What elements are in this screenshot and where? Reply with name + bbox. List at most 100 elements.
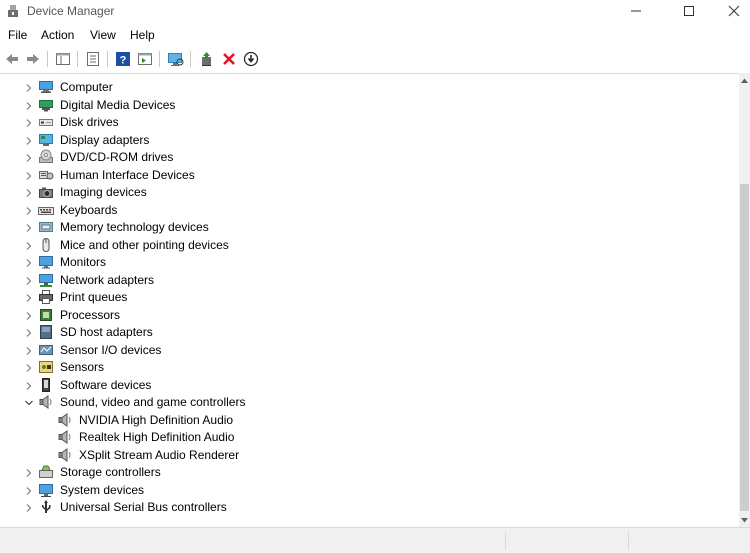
menu-help[interactable]: Help xyxy=(130,28,155,42)
tree-node-label: Computer xyxy=(60,80,113,94)
maximize-button[interactable] xyxy=(666,0,712,22)
monitor-icon xyxy=(38,254,54,270)
device-tree[interactable]: Computer Digital Media Devices Disk drives… xyxy=(0,73,739,527)
chevron-right-icon[interactable] xyxy=(24,257,34,267)
camera-icon xyxy=(38,184,54,200)
tree-category-node[interactable]: Memory technology devices xyxy=(0,219,738,236)
scan-hardware-icon[interactable] xyxy=(166,49,186,69)
chevron-right-icon[interactable] xyxy=(24,310,34,320)
help-icon[interactable]: ? xyxy=(113,49,133,69)
chevron-right-icon[interactable] xyxy=(24,170,34,180)
tree-category-node[interactable]: Sensors xyxy=(0,359,738,376)
tree-category-node[interactable]: Digital Media Devices xyxy=(0,97,738,114)
chevron-right-icon[interactable] xyxy=(24,100,34,110)
tree-category-node[interactable]: Human Interface Devices xyxy=(0,167,738,184)
back-icon[interactable] xyxy=(2,49,22,69)
vertical-scrollbar[interactable] xyxy=(739,73,750,527)
tree-category-node[interactable]: Imaging devices xyxy=(0,184,738,201)
sensor-icon xyxy=(38,359,54,375)
tree-category-node[interactable]: Software devices xyxy=(0,377,738,394)
tree-node-label: Network adapters xyxy=(60,272,155,287)
tree-category-node[interactable]: SD host adapters xyxy=(0,324,738,341)
tree-child-node[interactable]: NVIDIA High Definition Audio xyxy=(0,412,738,429)
chevron-right-icon[interactable] xyxy=(24,240,34,250)
tree-node-label: Universal Serial Bus controllers xyxy=(60,500,227,514)
tree-category-node[interactable]: Sound, video and game controllers xyxy=(0,394,738,411)
tree-category-node[interactable]: Sensor I/O devices xyxy=(0,342,738,359)
update-driver-icon[interactable] xyxy=(197,49,217,69)
toolbar-separator xyxy=(47,51,48,67)
disk-drive-icon xyxy=(38,114,54,130)
device-manager-app-icon xyxy=(6,4,20,18)
chevron-right-icon[interactable] xyxy=(24,292,34,302)
toolbar-separator xyxy=(77,51,78,67)
chevron-right-icon[interactable] xyxy=(24,82,34,92)
close-button[interactable] xyxy=(711,0,750,22)
tree-node-label: Sound, video and game controllers xyxy=(60,395,246,409)
tree-node-label: Disk drives xyxy=(60,115,119,129)
sensor-io-icon xyxy=(38,342,54,358)
forward-icon[interactable] xyxy=(23,49,43,69)
tree-node-label: NVIDIA High Definition Audio xyxy=(79,412,234,427)
sd-card-icon xyxy=(38,324,54,340)
tree-node-label: Realtek High Definition Audio xyxy=(79,430,235,444)
display-adapter-icon xyxy=(38,132,54,148)
tree-category-node[interactable]: Mice and other pointing devices xyxy=(0,237,738,254)
chevron-right-icon[interactable] xyxy=(24,152,34,162)
scroll-up-arrow-icon[interactable] xyxy=(739,73,750,87)
tree-node-label: Mice and other pointing devices xyxy=(60,237,229,252)
chevron-right-icon[interactable] xyxy=(24,380,34,390)
tree-category-node[interactable]: Disk drives xyxy=(0,114,738,131)
tree-category-node[interactable]: Storage controllers xyxy=(0,464,738,481)
tree-category-node[interactable]: Keyboards xyxy=(0,202,738,219)
window-title: Device Manager xyxy=(27,4,115,18)
tree-category-node[interactable]: DVD/CD-ROM drives xyxy=(0,149,738,166)
chevron-right-icon[interactable] xyxy=(24,345,34,355)
chevron-right-icon[interactable] xyxy=(24,117,34,127)
menu-file[interactable]: File xyxy=(8,28,27,42)
tree-node-label: Sensor I/O devices xyxy=(60,342,162,357)
tree-category-node[interactable]: Monitors xyxy=(0,254,738,271)
chevron-right-icon[interactable] xyxy=(24,275,34,285)
printer-icon xyxy=(38,289,54,305)
tree-child-node[interactable]: XSplit Stream Audio Renderer xyxy=(0,447,738,464)
processor-icon xyxy=(38,307,54,323)
tree-category-node[interactable]: System devices xyxy=(0,482,738,499)
tree-category-node[interactable]: Display adapters xyxy=(0,132,738,149)
chevron-right-icon[interactable] xyxy=(24,222,34,232)
properties-icon[interactable] xyxy=(83,49,103,69)
tree-node-label: Sensors xyxy=(60,360,105,374)
chevron-right-icon[interactable] xyxy=(24,327,34,337)
speaker-icon xyxy=(57,447,73,463)
chevron-right-icon[interactable] xyxy=(24,467,34,477)
tree-category-node[interactable]: Print queues xyxy=(0,289,738,306)
tree-category-node[interactable]: Network adapters xyxy=(0,272,738,289)
tree-category-node[interactable]: Processors xyxy=(0,307,738,324)
uninstall-icon[interactable] xyxy=(219,49,239,69)
scroll-down-arrow-icon[interactable] xyxy=(739,513,750,527)
tree-category-node[interactable]: Computer xyxy=(0,79,738,96)
tree-node-label: DVD/CD-ROM drives xyxy=(60,150,174,164)
show-hide-tree-icon[interactable] xyxy=(53,49,73,69)
chevron-right-icon[interactable] xyxy=(24,502,34,512)
chevron-right-icon[interactable] xyxy=(24,205,34,215)
minimize-button[interactable] xyxy=(613,0,659,22)
chevron-right-icon[interactable] xyxy=(24,485,34,495)
menu-view[interactable]: View xyxy=(90,28,116,42)
scrollbar-thumb[interactable] xyxy=(740,184,749,511)
tree-node-label: SD host adapters xyxy=(60,325,153,339)
menu-action[interactable]: Action xyxy=(41,28,74,42)
computer-icon xyxy=(38,79,54,95)
tree-child-node[interactable]: Realtek High Definition Audio xyxy=(0,429,738,446)
action-pane-icon[interactable] xyxy=(135,49,155,69)
chevron-right-icon[interactable] xyxy=(24,187,34,197)
tree-node-label: Keyboards xyxy=(60,202,118,217)
chevron-right-icon[interactable] xyxy=(24,135,34,145)
chevron-down-icon[interactable] xyxy=(24,397,34,407)
tree-category-node[interactable]: Universal Serial Bus controllers xyxy=(0,499,738,516)
tree-node-label: Print queues xyxy=(60,290,128,304)
svg-text:?: ? xyxy=(120,55,127,67)
status-divider xyxy=(628,532,629,550)
chevron-right-icon[interactable] xyxy=(24,362,34,372)
disable-device-icon[interactable] xyxy=(241,49,261,69)
